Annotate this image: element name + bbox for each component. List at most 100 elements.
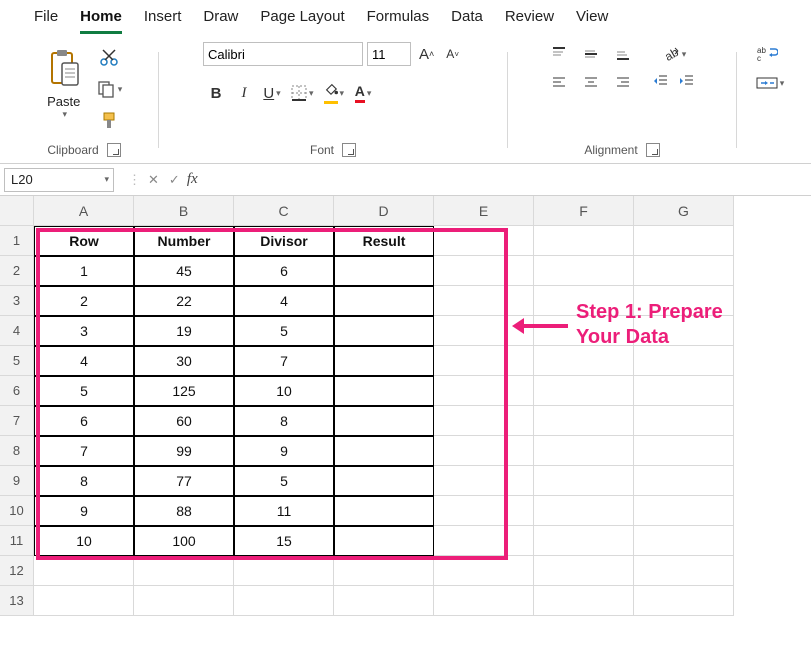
- tab-formulas[interactable]: Formulas: [367, 8, 430, 34]
- cell-B12[interactable]: [134, 556, 234, 586]
- cell-B11[interactable]: 100: [134, 526, 234, 556]
- cell-E13[interactable]: [434, 586, 534, 616]
- row-header-11[interactable]: 11: [0, 526, 34, 556]
- cell-A3[interactable]: 2: [34, 286, 134, 316]
- cell-D1[interactable]: Result: [334, 226, 434, 256]
- row-header-6[interactable]: 6: [0, 376, 34, 406]
- row-header-4[interactable]: 4: [0, 316, 34, 346]
- cell-E12[interactable]: [434, 556, 534, 586]
- cell-F12[interactable]: [534, 556, 634, 586]
- formula-input[interactable]: [202, 168, 811, 192]
- col-header-G[interactable]: G: [634, 196, 734, 226]
- col-header-F[interactable]: F: [534, 196, 634, 226]
- cell-B5[interactable]: 30: [134, 346, 234, 376]
- cell-C3[interactable]: 4: [234, 286, 334, 316]
- cell-C4[interactable]: 5: [234, 316, 334, 346]
- cell-A11[interactable]: 10: [34, 526, 134, 556]
- cell-F8[interactable]: [534, 436, 634, 466]
- cell-F3[interactable]: [534, 286, 634, 316]
- borders-button[interactable]: ▾: [287, 80, 318, 106]
- decrease-indent-button[interactable]: [649, 70, 673, 92]
- cell-C13[interactable]: [234, 586, 334, 616]
- cell-A4[interactable]: 3: [34, 316, 134, 346]
- cell-A10[interactable]: 9: [34, 496, 134, 526]
- cell-A7[interactable]: 6: [34, 406, 134, 436]
- col-header-E[interactable]: E: [434, 196, 534, 226]
- tab-insert[interactable]: Insert: [144, 8, 182, 34]
- cell-C8[interactable]: 9: [234, 436, 334, 466]
- increase-font-button[interactable]: A˄: [415, 43, 438, 66]
- align-left-button[interactable]: [545, 70, 573, 94]
- cell-A1[interactable]: Row: [34, 226, 134, 256]
- cell-F6[interactable]: [534, 376, 634, 406]
- cell-A9[interactable]: 8: [34, 466, 134, 496]
- cell-G9[interactable]: [634, 466, 734, 496]
- font-launcher[interactable]: [342, 143, 356, 157]
- tab-view[interactable]: View: [576, 8, 608, 34]
- italic-button[interactable]: I: [231, 80, 257, 106]
- orientation-button[interactable]: ab ▾: [649, 42, 699, 66]
- align-top-button[interactable]: [545, 42, 573, 66]
- cell-E9[interactable]: [434, 466, 534, 496]
- row-header-2[interactable]: 2: [0, 256, 34, 286]
- cell-D5[interactable]: [334, 346, 434, 376]
- select-all-corner[interactable]: [0, 196, 34, 226]
- row-header-3[interactable]: 3: [0, 286, 34, 316]
- tab-page-layout[interactable]: Page Layout: [260, 8, 344, 34]
- bold-button[interactable]: B: [203, 80, 229, 106]
- tab-data[interactable]: Data: [451, 8, 483, 34]
- cell-G13[interactable]: [634, 586, 734, 616]
- cell-E6[interactable]: [434, 376, 534, 406]
- cell-B10[interactable]: 88: [134, 496, 234, 526]
- cell-G8[interactable]: [634, 436, 734, 466]
- cell-D8[interactable]: [334, 436, 434, 466]
- name-box-dropdown[interactable]: ▾: [104, 174, 109, 185]
- row-header-12[interactable]: 12: [0, 556, 34, 586]
- cell-F4[interactable]: [534, 316, 634, 346]
- decrease-font-button[interactable]: A˅: [442, 44, 463, 64]
- cell-D9[interactable]: [334, 466, 434, 496]
- cell-G10[interactable]: [634, 496, 734, 526]
- cell-C1[interactable]: Divisor: [234, 226, 334, 256]
- cell-A6[interactable]: 5: [34, 376, 134, 406]
- cell-B2[interactable]: 45: [134, 256, 234, 286]
- cell-C11[interactable]: 15: [234, 526, 334, 556]
- tab-review[interactable]: Review: [505, 8, 554, 34]
- cell-B7[interactable]: 60: [134, 406, 234, 436]
- copy-button[interactable]: ▾: [92, 76, 127, 102]
- cell-E1[interactable]: [434, 226, 534, 256]
- cell-F13[interactable]: [534, 586, 634, 616]
- cell-B6[interactable]: 125: [134, 376, 234, 406]
- cut-button[interactable]: [95, 44, 123, 70]
- cell-G1[interactable]: [634, 226, 734, 256]
- cell-D4[interactable]: [334, 316, 434, 346]
- cell-B8[interactable]: 99: [134, 436, 234, 466]
- align-bottom-button[interactable]: [609, 42, 637, 66]
- cell-A13[interactable]: [34, 586, 134, 616]
- tab-draw[interactable]: Draw: [203, 8, 238, 34]
- cell-B1[interactable]: Number: [134, 226, 234, 256]
- cell-F1[interactable]: [534, 226, 634, 256]
- cell-E2[interactable]: [434, 256, 534, 286]
- cell-D3[interactable]: [334, 286, 434, 316]
- fx-icon[interactable]: fx: [187, 171, 198, 188]
- cell-C7[interactable]: 8: [234, 406, 334, 436]
- row-header-1[interactable]: 1: [0, 226, 34, 256]
- cell-F11[interactable]: [534, 526, 634, 556]
- cell-B13[interactable]: [134, 586, 234, 616]
- enter-formula-button[interactable]: ✓: [166, 172, 183, 188]
- cell-A8[interactable]: 7: [34, 436, 134, 466]
- font-name-select[interactable]: [203, 42, 363, 66]
- paste-dropdown[interactable]: ▾: [62, 109, 67, 120]
- cell-B3[interactable]: 22: [134, 286, 234, 316]
- align-right-button[interactable]: [609, 70, 637, 94]
- cell-G7[interactable]: [634, 406, 734, 436]
- cell-D2[interactable]: [334, 256, 434, 286]
- row-header-8[interactable]: 8: [0, 436, 34, 466]
- name-box[interactable]: L20 ▾: [4, 168, 114, 192]
- format-painter-button[interactable]: [95, 108, 123, 134]
- cell-G6[interactable]: [634, 376, 734, 406]
- cell-C6[interactable]: 10: [234, 376, 334, 406]
- col-header-B[interactable]: B: [134, 196, 234, 226]
- cell-D7[interactable]: [334, 406, 434, 436]
